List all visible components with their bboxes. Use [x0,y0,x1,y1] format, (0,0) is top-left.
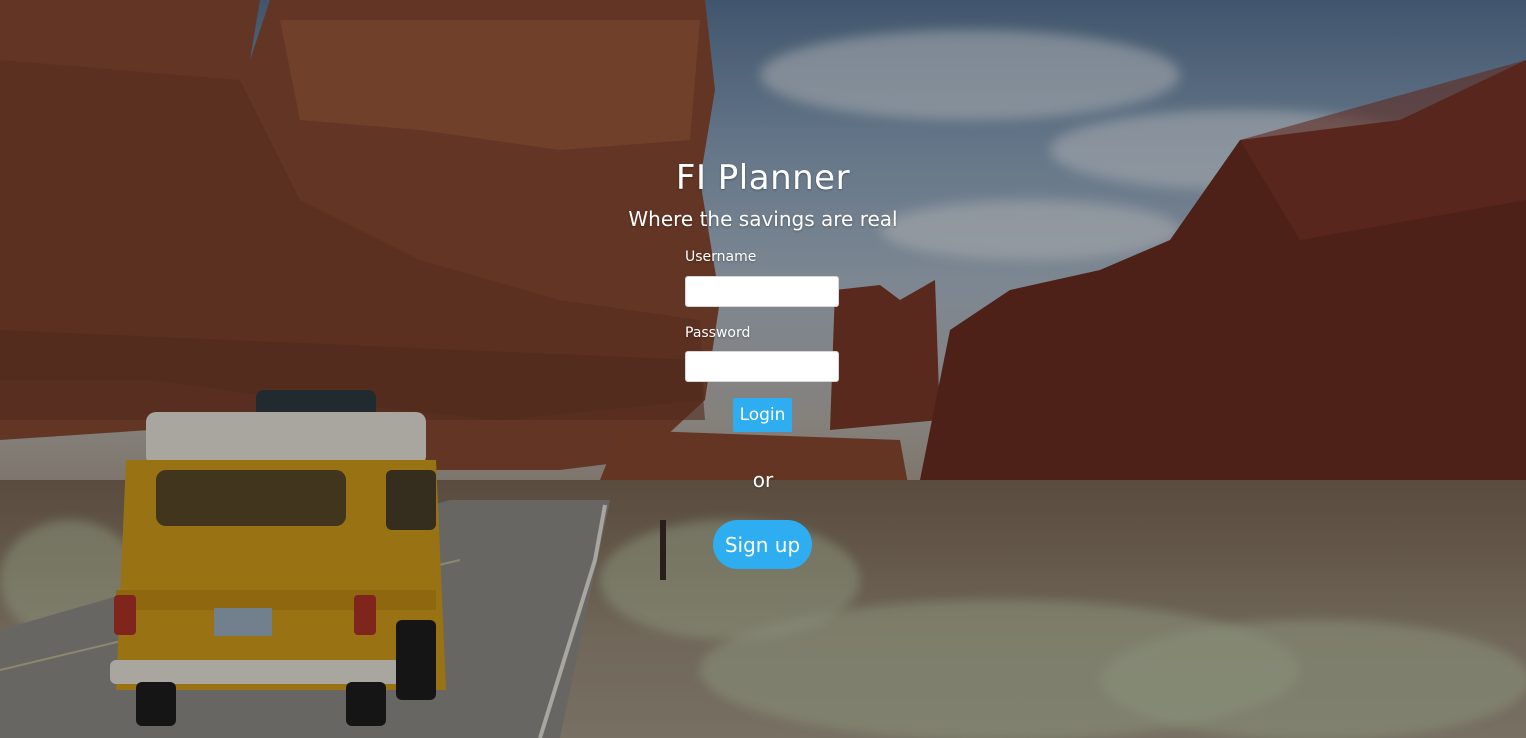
login-button[interactable]: Login [733,398,792,432]
app-title: FI Planner [675,158,851,198]
password-label: Password [685,325,751,341]
username-label: Username [685,249,757,265]
divider-or-text: or [752,468,774,492]
password-input[interactable] [685,351,839,382]
login-page: FI Planner Where the savings are real Us… [0,0,1526,738]
login-panel: FI Planner Where the savings are real Us… [0,0,1526,738]
app-tagline: Where the savings are real [628,207,898,231]
signup-button[interactable]: Sign up [713,520,812,569]
username-input[interactable] [685,276,839,307]
